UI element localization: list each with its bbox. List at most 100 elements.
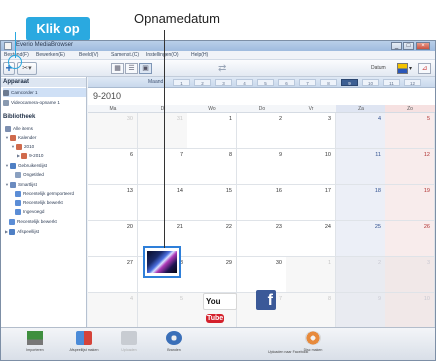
month-cell-10[interactable]: 10	[362, 79, 379, 86]
calendar-day-cell[interactable]: 8	[286, 293, 336, 327]
nav-inserted[interactable]: Ingevoegd	[15, 207, 44, 216]
nav-untitled[interactable]: Ongetitled	[15, 170, 44, 179]
calendar-day-cell[interactable]: 13	[88, 185, 138, 221]
day-number: 12	[423, 152, 430, 158]
weekday-header: Di	[138, 105, 188, 113]
month-cell-3[interactable]: 3	[215, 79, 232, 86]
nav-recent-edited-2-label: Recentelijk bewerkt	[17, 219, 57, 224]
calendar-day-cell[interactable]: 27	[88, 257, 138, 293]
calendar-day-cell[interactable]: 1	[187, 113, 237, 149]
calendar-day-cell[interactable]: 5	[138, 293, 188, 327]
calendar-day-cell[interactable]: 1	[286, 257, 336, 293]
menu-view[interactable]: Beeld(V)	[79, 52, 98, 58]
facebook-icon[interactable]: f	[256, 290, 276, 310]
color-label-icon[interactable]	[397, 63, 408, 74]
month-cell-1[interactable]: 1	[173, 79, 190, 86]
calendar-day-cell[interactable]: 7	[138, 149, 188, 185]
burn-button[interactable]: Branden	[157, 330, 191, 359]
calendar-day-cell[interactable]: 8	[187, 149, 237, 185]
month-cell-12[interactable]: 12	[404, 79, 421, 86]
nav-camcorder[interactable]: Camcorder 1	[3, 88, 86, 97]
month-cell-9[interactable]: 9	[341, 79, 358, 86]
close-button[interactable]: ×	[416, 42, 430, 50]
nav-recent-edited[interactable]: Recentelijk bewerkt	[15, 198, 63, 207]
nav-recent-edited-2[interactable]: Recentelijk bewerkt	[9, 217, 57, 226]
calendar-day-cell[interactable]: 19	[385, 185, 435, 221]
upload-button[interactable]: Uploaden	[112, 330, 146, 359]
window-title: Everio MediaBrowser	[16, 42, 74, 48]
library-icon	[5, 125, 11, 132]
youtube-upload-button[interactable]: You Tube	[203, 293, 237, 323]
chevron-down-icon[interactable]: ▾	[409, 65, 412, 72]
video-thumbnail[interactable]	[143, 246, 181, 278]
calendar-day-cell[interactable]: 17	[286, 185, 336, 221]
nav-user-list[interactable]: ▼ Gebruikerslijst	[5, 161, 47, 170]
collapse-icon[interactable]: ▶	[17, 151, 20, 160]
add-callout-label: Klik op	[36, 21, 80, 36]
month-cell-6[interactable]: 6	[278, 79, 295, 86]
camera-connect-icon[interactable]: ⇄	[218, 63, 226, 74]
calendar-day-cell[interactable]: 31	[138, 113, 188, 149]
nav-year[interactable]: ▼ 2010	[11, 142, 34, 151]
chart-icon[interactable]: ⊿	[418, 63, 431, 74]
calendar-day-cell[interactable]: 22	[187, 221, 237, 257]
nav-playlist[interactable]: ▶ Afspeellijst	[5, 227, 39, 236]
calendar-day-cell[interactable]: 3	[286, 113, 336, 149]
calendar-day-cell[interactable]: 9	[336, 293, 386, 327]
calendar-day-cell[interactable]: 29	[187, 257, 237, 293]
calendar-view-icon[interactable]: ▣	[139, 63, 152, 74]
nav-all-items[interactable]: Alle items	[5, 124, 33, 133]
calendar-day-cell[interactable]: 23	[237, 221, 287, 257]
calendar-day-cell[interactable]: 16	[237, 185, 287, 221]
calendar-day-cell[interactable]: 4	[336, 113, 386, 149]
month-cell-7[interactable]: 7	[299, 79, 316, 86]
calendar-day-cell[interactable]: 18	[336, 185, 386, 221]
minimize-button[interactable]: _	[391, 42, 402, 50]
month-cell-5[interactable]: 5	[257, 79, 274, 86]
menu-compose[interactable]: Samenst.(C)	[111, 52, 139, 58]
month-cell-2[interactable]: 2	[194, 79, 211, 86]
calendar-day-cell[interactable]: 3	[385, 257, 435, 293]
nav-calendar[interactable]: ▼ Kalender	[5, 133, 36, 142]
expand-icon[interactable]: ▼	[5, 133, 9, 142]
nav-month[interactable]: ▶ 9-2010	[17, 151, 43, 160]
grid-view-icon[interactable]: ▦	[111, 63, 124, 74]
calendar-day-cell[interactable]: 2	[237, 113, 287, 149]
calendar-day-cell[interactable]: 14	[138, 185, 188, 221]
menu-settings[interactable]: Instellingen(O)	[146, 52, 179, 58]
nav-month-label: 9-2010	[29, 153, 44, 158]
expand-icon[interactable]: ▼	[5, 180, 9, 189]
menu-edit[interactable]: Bewerken(E)	[36, 52, 65, 58]
calendar-day-cell[interactable]: 2	[336, 257, 386, 293]
expand-icon[interactable]: ▼	[5, 161, 9, 170]
calendar-day-cell[interactable]: 10	[286, 149, 336, 185]
create-playlist-button[interactable]: Afspeellijst maken	[67, 330, 101, 359]
month-cell-8[interactable]: 8	[320, 79, 337, 86]
month-cell-11[interactable]: 11	[383, 79, 400, 86]
menu-help[interactable]: Help(H)	[191, 52, 208, 58]
collapse-icon[interactable]: ▶	[5, 227, 8, 236]
nav-smart-list[interactable]: ▼ Smartlijst	[5, 180, 37, 189]
calendar-day-cell[interactable]: 11	[336, 149, 386, 185]
import-button[interactable]: Importeren	[18, 330, 52, 359]
list-view-icon[interactable]: ☰	[125, 63, 138, 74]
nav-recording[interactable]: Videocamera-opname 1	[3, 98, 60, 107]
calendar-day-cell[interactable]: 10	[385, 293, 435, 327]
calendar-day-cell[interactable]: 20	[88, 221, 138, 257]
nav-recent-imported[interactable]: Recentelijk geïmporteerd	[15, 189, 74, 198]
calendar-day-cell[interactable]: 4	[88, 293, 138, 327]
expand-icon[interactable]: ▼	[11, 142, 15, 151]
create-disc-button[interactable]: Disc maken	[296, 330, 330, 359]
calendar-day-cell[interactable]: 24	[286, 221, 336, 257]
calendar-day-cell[interactable]: 9	[237, 149, 287, 185]
calendar-day-cell[interactable]: 25	[336, 221, 386, 257]
calendar-day-cell[interactable]: 6	[88, 149, 138, 185]
calendar-day-cell[interactable]: 15	[187, 185, 237, 221]
calendar-day-cell[interactable]: 30	[88, 113, 138, 149]
calendar-day-cell[interactable]: 5	[385, 113, 435, 149]
maximize-button[interactable]: □	[403, 42, 414, 50]
calendar-day-cell[interactable]: 30	[237, 257, 287, 293]
month-cell-4[interactable]: 4	[236, 79, 253, 86]
calendar-day-cell[interactable]: 26	[385, 221, 435, 257]
calendar-day-cell[interactable]: 12	[385, 149, 435, 185]
